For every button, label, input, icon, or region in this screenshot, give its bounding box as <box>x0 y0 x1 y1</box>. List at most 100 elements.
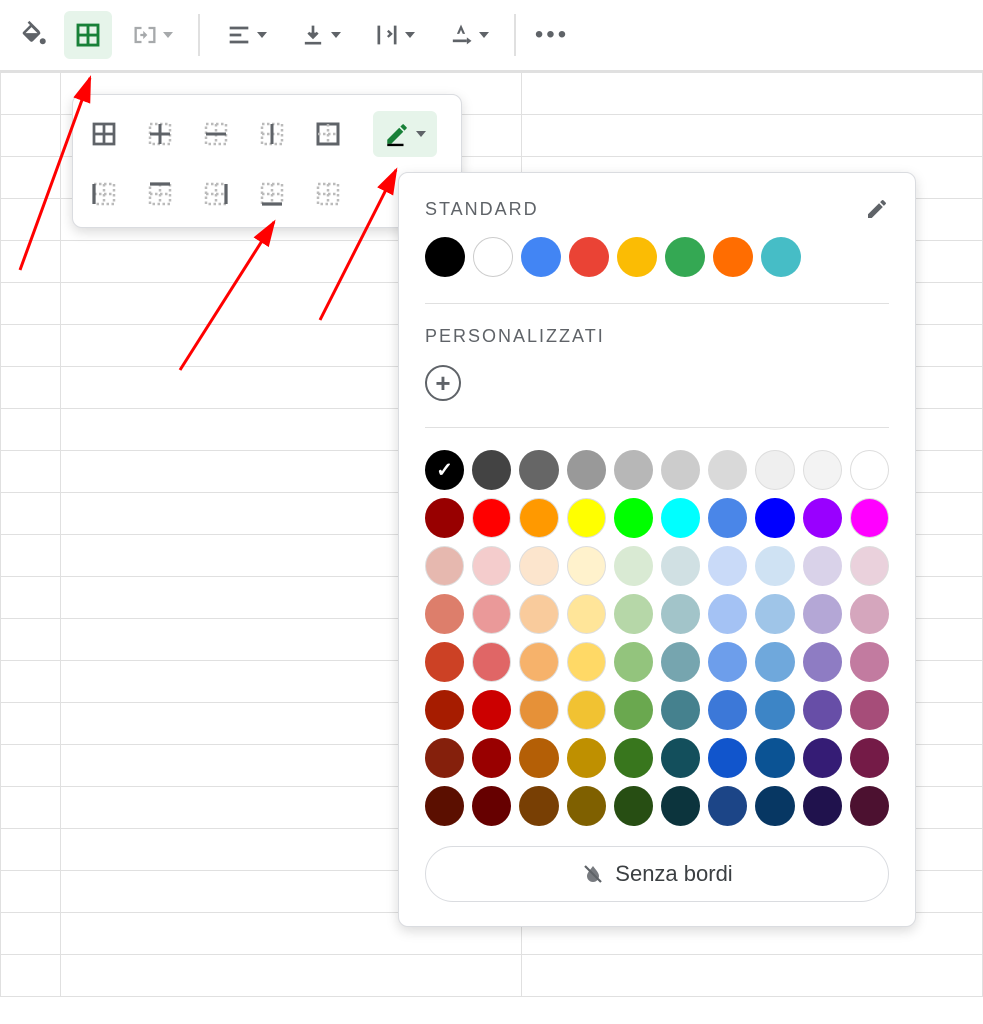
palette-swatch[interactable] <box>519 738 558 778</box>
palette-swatch[interactable] <box>614 450 653 490</box>
palette-swatch[interactable] <box>614 690 653 730</box>
border-all-button[interactable] <box>87 117 121 151</box>
palette-swatch[interactable] <box>661 786 700 826</box>
palette-swatch[interactable] <box>519 450 558 490</box>
edit-standard-icon[interactable] <box>865 197 889 221</box>
palette-swatch[interactable] <box>708 786 747 826</box>
palette-swatch[interactable] <box>661 738 700 778</box>
palette-swatch[interactable] <box>661 690 700 730</box>
palette-swatch[interactable] <box>472 498 511 538</box>
palette-swatch[interactable] <box>472 450 511 490</box>
border-top-button[interactable] <box>143 177 177 211</box>
palette-swatch[interactable] <box>708 738 747 778</box>
palette-swatch[interactable] <box>614 498 653 538</box>
palette-swatch[interactable] <box>567 642 606 682</box>
text-rotation-button[interactable] <box>434 11 502 59</box>
border-right-button[interactable] <box>199 177 233 211</box>
standard-swatch[interactable] <box>473 237 513 277</box>
standard-swatch[interactable] <box>665 237 705 277</box>
palette-swatch[interactable] <box>567 786 606 826</box>
palette-swatch[interactable] <box>803 450 842 490</box>
standard-swatch[interactable] <box>569 237 609 277</box>
palette-swatch[interactable] <box>472 642 511 682</box>
palette-swatch[interactable] <box>425 498 464 538</box>
palette-swatch[interactable] <box>755 690 794 730</box>
standard-swatch[interactable] <box>425 237 465 277</box>
palette-swatch[interactable] <box>708 546 747 586</box>
horizontal-align-button[interactable] <box>212 11 280 59</box>
standard-swatch[interactable] <box>617 237 657 277</box>
border-outer-button[interactable] <box>311 117 345 151</box>
palette-swatch[interactable]: ✓ <box>425 450 464 490</box>
palette-swatch[interactable] <box>850 642 889 682</box>
palette-swatch[interactable] <box>567 594 606 634</box>
border-horizontal-button[interactable] <box>199 117 233 151</box>
palette-swatch[interactable] <box>519 546 558 586</box>
palette-swatch[interactable] <box>803 738 842 778</box>
palette-swatch[interactable] <box>803 546 842 586</box>
palette-swatch[interactable] <box>755 546 794 586</box>
borders-button[interactable] <box>64 11 112 59</box>
palette-swatch[interactable] <box>708 594 747 634</box>
add-custom-color-button[interactable]: + <box>425 365 461 401</box>
standard-swatch[interactable] <box>713 237 753 277</box>
palette-swatch[interactable] <box>425 642 464 682</box>
merge-cells-button[interactable] <box>118 11 186 59</box>
palette-swatch[interactable] <box>614 546 653 586</box>
palette-swatch[interactable] <box>803 594 842 634</box>
palette-swatch[interactable] <box>661 642 700 682</box>
palette-swatch[interactable] <box>803 690 842 730</box>
border-vertical-button[interactable] <box>255 117 289 151</box>
standard-swatch[interactable] <box>761 237 801 277</box>
palette-swatch[interactable] <box>425 690 464 730</box>
palette-swatch[interactable] <box>708 450 747 490</box>
palette-swatch[interactable] <box>661 594 700 634</box>
palette-swatch[interactable] <box>425 546 464 586</box>
palette-swatch[interactable] <box>425 738 464 778</box>
palette-swatch[interactable] <box>567 546 606 586</box>
palette-swatch[interactable] <box>803 498 842 538</box>
palette-swatch[interactable] <box>803 786 842 826</box>
palette-swatch[interactable] <box>755 642 794 682</box>
border-inner-button[interactable] <box>143 117 177 151</box>
palette-swatch[interactable] <box>708 498 747 538</box>
palette-swatch[interactable] <box>803 642 842 682</box>
vertical-align-button[interactable] <box>286 11 354 59</box>
palette-swatch[interactable] <box>755 594 794 634</box>
palette-swatch[interactable] <box>850 786 889 826</box>
palette-swatch[interactable] <box>614 642 653 682</box>
palette-swatch[interactable] <box>567 738 606 778</box>
border-left-button[interactable] <box>87 177 121 211</box>
palette-swatch[interactable] <box>661 450 700 490</box>
palette-swatch[interactable] <box>755 450 794 490</box>
palette-swatch[interactable] <box>755 738 794 778</box>
more-button[interactable]: ••• <box>528 11 576 59</box>
palette-swatch[interactable] <box>472 546 511 586</box>
palette-swatch[interactable] <box>850 450 889 490</box>
palette-swatch[interactable] <box>519 594 558 634</box>
palette-swatch[interactable] <box>519 786 558 826</box>
palette-swatch[interactable] <box>661 546 700 586</box>
palette-swatch[interactable] <box>472 594 511 634</box>
palette-swatch[interactable] <box>755 498 794 538</box>
palette-swatch[interactable] <box>850 690 889 730</box>
palette-swatch[interactable] <box>567 498 606 538</box>
palette-swatch[interactable] <box>661 498 700 538</box>
fill-color-button[interactable] <box>10 11 58 59</box>
palette-swatch[interactable] <box>519 690 558 730</box>
no-border-button[interactable]: Senza bordi <box>425 846 889 902</box>
text-wrap-button[interactable] <box>360 11 428 59</box>
palette-swatch[interactable] <box>850 498 889 538</box>
palette-swatch[interactable] <box>567 690 606 730</box>
palette-swatch[interactable] <box>472 738 511 778</box>
palette-swatch[interactable] <box>614 786 653 826</box>
palette-swatch[interactable] <box>614 738 653 778</box>
palette-swatch[interactable] <box>850 546 889 586</box>
palette-swatch[interactable] <box>850 594 889 634</box>
border-bottom-button[interactable] <box>255 177 289 211</box>
palette-swatch[interactable] <box>755 786 794 826</box>
palette-swatch[interactable] <box>614 594 653 634</box>
palette-swatch[interactable] <box>850 738 889 778</box>
palette-swatch[interactable] <box>708 642 747 682</box>
palette-swatch[interactable] <box>425 594 464 634</box>
